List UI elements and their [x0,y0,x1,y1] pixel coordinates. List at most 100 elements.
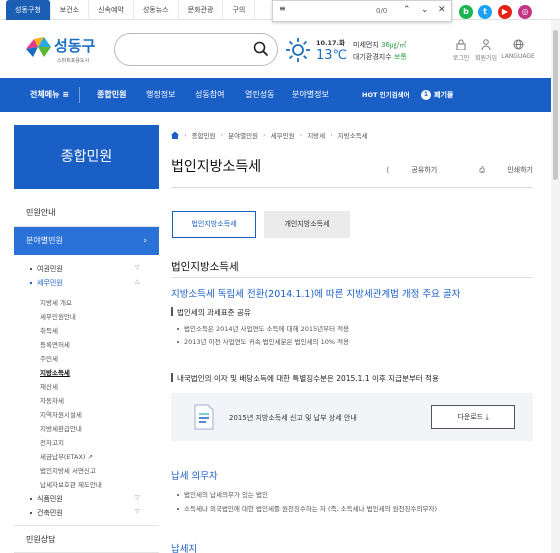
all-menu-button[interactable]: 전체메뉴 ≡ [30,78,69,112]
sidebar-link[interactable]: 납세자보호관 제도안내 [40,479,102,489]
nav-item-civil[interactable]: 종합민원 [97,78,126,112]
dust-value: 36㎍/㎥ [381,41,407,49]
blog-icon[interactable]: b [459,5,473,19]
nav-item-open[interactable]: 열린성동 [245,78,274,112]
item-heading: 내국법인의 이자 및 배당소득에 대한 특별징수분은 2015.1.1 이후 지… [171,373,439,384]
download-description: 2015년 지방소득세 신고 및 납부 상세 안내 [229,414,357,422]
youtube-icon[interactable]: ▶ [498,5,512,19]
site-logo[interactable]: 성동구 스마트포용도시 [24,33,104,69]
signup-link[interactable]: 회원가입 [468,39,504,62]
list-item: 법인세의 납세의무가 있는 법인 [177,489,268,499]
find-in-page-bar: ≡ 0/0 ⌃ ⌄ ✕ [272,0,452,22]
item-heading-text: 법인세의 과세표준 공유 [177,308,251,317]
sidebar-link[interactable]: 재산세 [40,381,58,391]
sidebar-item-guide[interactable]: 민원안내 [14,199,159,227]
sidebar-link[interactable]: 세금납부(ETAX) ↗ [40,451,93,461]
print-icon: ⎙ [479,166,485,174]
share-button[interactable]: ⟨ 공유하기 [366,166,437,174]
list-item: 2013년 이전 사업연도 귀속 법인세분은 법인세의 10% 적용 [177,336,349,346]
find-close-icon[interactable]: ✕ [438,5,446,15]
logo-name: 성동구 [54,37,96,55]
twitter-icon[interactable]: t [478,5,492,19]
site-tab-council[interactable]: 구의 [223,0,256,20]
sidebar-sub-tax[interactable]: 세무민원 △ [30,278,140,288]
tab-corporate[interactable]: 법인지방소득세 [172,211,256,238]
sidebar-sub-label: 식품민원 [37,495,63,503]
main-nav: 전체메뉴 ≡ 종합민원 행정정보 성동참여 열린성동 분야별정보 HOT 인기검… [0,78,560,112]
sidebar-sub-food[interactable]: 식품민원 ▽ [30,494,140,504]
breadcrumb-item[interactable]: 지방소득세 [338,130,368,140]
sidebar-link[interactable]: 세무민원안내 [40,311,76,321]
scrollbar-thumb[interactable] [553,30,558,180]
find-prev-icon[interactable]: ⌃ [403,5,411,15]
sidebar-link[interactable]: 전자고지 [40,437,64,447]
left-sidebar: 종합민원 민원안내 분야별민원 › 여권민원 ▽ 세무민원 △ 지방세 개요 세무민… [14,125,159,553]
search-input[interactable] [114,33,278,66]
sidebar-link[interactable]: 자동차세 [40,395,64,405]
breadcrumb-item[interactable]: 세무민원 [271,130,295,140]
breadcrumb-item[interactable]: 분야별민원 [228,130,258,140]
nav-item-admin[interactable]: 행정정보 [146,78,175,112]
sidebar-item-consult[interactable]: 민원상담 [14,525,159,553]
site-tab-reservation[interactable]: 신속예약 [89,0,134,20]
breadcrumb-item[interactable]: 지방세 [307,130,325,140]
expand-icon: ▽ [135,508,140,515]
browser-page: 성동구청 보건소 신속예약 성동뉴스 문화관광 구의 b t ▶ ◎ ≡ 0/0… [0,0,560,553]
hot-keyword[interactable]: 폐기물 [434,78,453,112]
air-quality: 미세먼지 36㎍/㎥ 대기환경지수 보통 [353,39,407,63]
list-item: 법인소득은 2014년 사업연도 소득에 대해 2015년부터 적용 [177,323,349,333]
language-link[interactable]: LANGUAGE [500,39,536,60]
air-index-value: 보통 [393,53,407,61]
home-icon[interactable] [171,131,179,139]
list-item: 소득세나 외국법인에 대한 법인세를 원천징수하는 자 (즉, 소득세나 법인세… [177,503,437,513]
air-index-label: 대기환경지수 [353,53,392,61]
title-divider [171,187,533,188]
sidebar-sub-building[interactable]: 건축민원 ▽ [30,508,140,518]
print-button[interactable]: ⎙ 인쇄하기 [459,166,533,174]
site-tab-health[interactable]: 보건소 [51,0,90,20]
nav-divider [79,87,80,103]
nav-item-fields[interactable]: 분야별정보 [292,78,329,112]
search-icon[interactable] [253,41,269,57]
sidebar-link[interactable]: 지방세 개요 [40,297,72,307]
site-tab-seongdong[interactable]: 성동구청 [6,0,51,20]
globe-icon [513,39,523,50]
expand-icon: ▽ [135,494,140,501]
subsection-heading: 납세 의무자 [171,471,218,482]
download-box: 2015년 지방소득세 신고 및 납부 상세 안내 다운로드 ⤓ [171,393,533,441]
sidebar-sub-label: 세무민원 [37,279,63,287]
page-title: 법인지방소득세 [171,159,262,175]
sidebar-sub-label: 여권민원 [37,265,63,273]
download-button[interactable]: 다운로드 ⤓ [431,405,515,429]
subsection-heading: 납세지 [171,544,198,553]
breadcrumb-item[interactable]: 종합민원 [192,130,216,140]
document-icon [194,404,214,430]
tab-individual[interactable]: 개인지방소득세 [264,211,350,238]
sidebar-link[interactable]: 지역자원시설세 [40,409,82,419]
sidebar-item-field[interactable]: 분야별민원 › [14,227,159,255]
sidebar-link-active[interactable]: 지방소득세 [40,367,70,377]
hot-keyword-label: HOT 인기검색어 [362,91,410,99]
page-tools: ⟨ 공유하기 ⎙ 인쇄하기 [346,165,533,175]
section-heading: 법인지방소득세 [171,261,239,273]
share-label: 공유하기 [411,166,438,174]
sidebar-link[interactable]: 취득세 [40,325,58,335]
nav-item-participation[interactable]: 성동참여 [195,78,224,112]
find-next-icon[interactable]: ⌄ [421,5,429,15]
sidebar-link[interactable]: 법인지방세 서면신고 [40,465,96,475]
sidebar-link[interactable]: 등록면허세 [40,339,70,349]
site-tab-news[interactable]: 성동뉴스 [134,0,179,20]
site-tab-culture[interactable]: 문화관광 [179,0,224,20]
sidebar-sub-label: 건축민원 [37,509,63,517]
expand-icon: ▽ [135,264,140,271]
sidebar-sub-passport[interactable]: 여권민원 ▽ [30,264,140,274]
sidebar-item-label: 분야별민원 [26,236,63,245]
weather-widget: 10.17.화 13℃ [285,35,347,71]
sidebar-link[interactable]: 지방세환급안내 [40,423,82,433]
hot-rank-badge: 1 [421,90,431,100]
sidebar-link[interactable]: 주민세 [40,353,58,363]
instagram-icon[interactable]: ◎ [518,5,532,19]
logo-mark-icon [26,37,51,57]
sidebar-title: 종합민원 [14,125,159,189]
find-input[interactable]: ≡ [279,4,286,13]
